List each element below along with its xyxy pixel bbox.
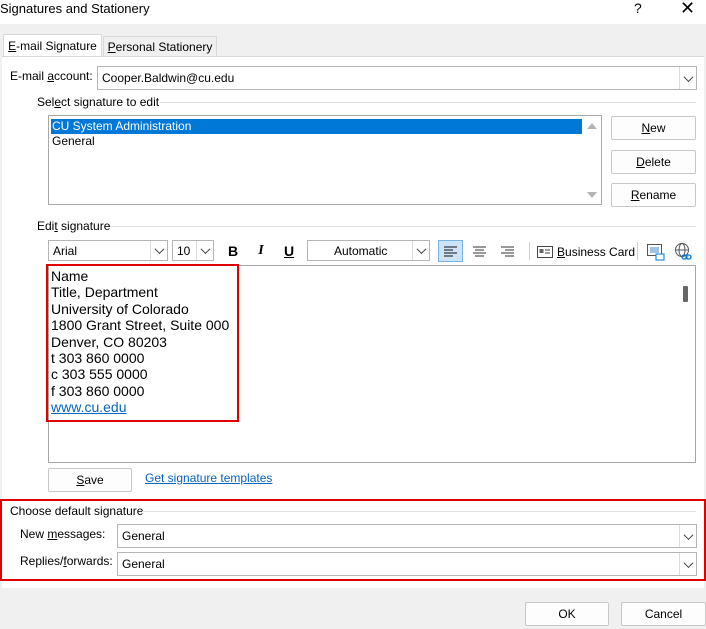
select-signature-divider [160,102,696,103]
signature-list-item[interactable]: General [51,134,95,149]
insert-picture-icon [647,244,665,261]
delete-button-label-rest: elete [644,155,671,169]
replies-forwards-value: General [122,557,165,571]
signature-highlight-box [46,264,239,422]
new-messages-label-post: essages: [57,527,106,541]
chevron-down-icon[interactable] [679,525,696,547]
underline-button[interactable]: U [278,240,300,262]
font-size-dropdown[interactable]: 10 [172,240,214,261]
new-signature-button[interactable]: New [611,116,696,140]
bold-button[interactable]: B [222,240,244,262]
edit-signature-label: Edit signature [37,219,110,233]
tab-email-signature-label-rest: -mail Signature [16,39,97,53]
new-button-label-rest: ew [650,121,666,135]
replies-forwards-label: Replies/forwards: [20,554,113,568]
ok-button[interactable]: OK [525,602,609,626]
align-left-button[interactable] [438,240,463,262]
signature-list-scrollbar[interactable] [581,116,601,204]
edit-signature-divider [110,226,696,227]
window-title: Signatures and Stationery [0,1,150,16]
business-card-mnemonic: B [557,245,566,259]
align-right-button[interactable] [495,240,520,262]
chevron-down-icon[interactable] [196,241,213,260]
save-button-label-rest: ave [84,473,104,487]
tab-email-signature-mnemonic: E [8,39,17,53]
globe-link-icon [675,243,692,260]
select-signature-label: Select signature to edit [37,95,159,109]
tab-personal-stationery-label-rest: ersonal Stationery [115,40,213,54]
email-account-label-post: ccount: [54,69,93,83]
new-messages-value: General [122,529,165,543]
select-signature-label-pre: Sel [37,95,55,109]
font-color-value: Automatic [334,243,388,258]
tab-email-signature[interactable]: E-mail Signature [3,34,102,56]
align-center-icon [473,246,486,257]
replies-forwards-dropdown[interactable]: General [117,552,697,576]
replies-label-pre: Replies/ [20,554,64,568]
email-account-value: Cooper.Baldwin@cu.edu [102,71,235,85]
insert-picture-button[interactable] [646,242,666,262]
new-messages-label-mnemonic: m [47,527,58,541]
close-button[interactable]: ✕ [680,0,695,19]
business-card-button[interactable]: Business Card [537,243,635,261]
new-messages-label: New messages: [20,527,105,541]
editor-scroll-thumb[interactable] [683,286,688,302]
business-card-label-rest: usiness Card [565,245,636,259]
new-messages-label-pre: New [20,527,48,541]
chevron-down-icon[interactable] [150,241,167,260]
rename-button-label-rest: ename [639,188,677,202]
business-card-icon [537,246,553,258]
font-name-dropdown[interactable]: Arial [48,240,168,261]
select-signature-label-post: ct signature to edit [61,95,160,109]
email-account-label-pre: E-mail [10,69,48,83]
rename-signature-button[interactable]: Rename [611,183,696,207]
tab-personal-stationery[interactable]: Personal Stationery [103,36,217,56]
new-button-mnemonic: N [641,121,651,135]
chevron-down-icon[interactable] [412,241,429,260]
font-size-value: 10 [177,243,191,258]
cancel-button[interactable]: Cancel [621,602,706,626]
editor-scrollbar[interactable] [675,266,695,462]
replies-label-post: orwards: [66,554,113,568]
signature-list-item-selected[interactable]: CU System Administration [51,119,582,134]
delete-signature-button[interactable]: Delete [611,150,696,174]
chevron-down-icon[interactable] [679,67,696,89]
insert-hyperlink-button[interactable] [673,242,693,262]
font-name-value: Arial [53,243,78,258]
align-left-icon [444,246,457,257]
email-account-label: E-mail account: [10,69,93,83]
get-signature-templates-link[interactable]: Get signature templates [145,471,272,485]
default-signature-divider [142,511,696,512]
toolbar-separator [529,242,530,260]
align-center-button[interactable] [467,240,492,262]
new-messages-dropdown[interactable]: General [117,524,697,548]
italic-button[interactable]: I [250,240,272,262]
font-color-dropdown[interactable]: Automatic [307,240,430,261]
choose-default-signature-label: Choose default signature [10,504,144,518]
scroll-up-icon[interactable] [587,123,597,129]
help-button[interactable]: ? [634,0,642,16]
toolbar-separator [637,242,638,260]
align-right-icon [501,246,514,257]
edit-signature-label-pre: Edi [37,219,55,233]
signature-list[interactable]: CU System Administration General [48,115,602,205]
save-button[interactable]: Save [48,468,132,492]
tab-personal-stationery-mnemonic: P [107,40,116,54]
edit-signature-label-post: signature [57,219,111,233]
email-account-dropdown[interactable]: Cooper.Baldwin@cu.edu [97,66,697,90]
chevron-down-icon[interactable] [679,553,696,575]
scroll-down-icon[interactable] [587,192,597,198]
delete-button-mnemonic: D [636,155,645,169]
